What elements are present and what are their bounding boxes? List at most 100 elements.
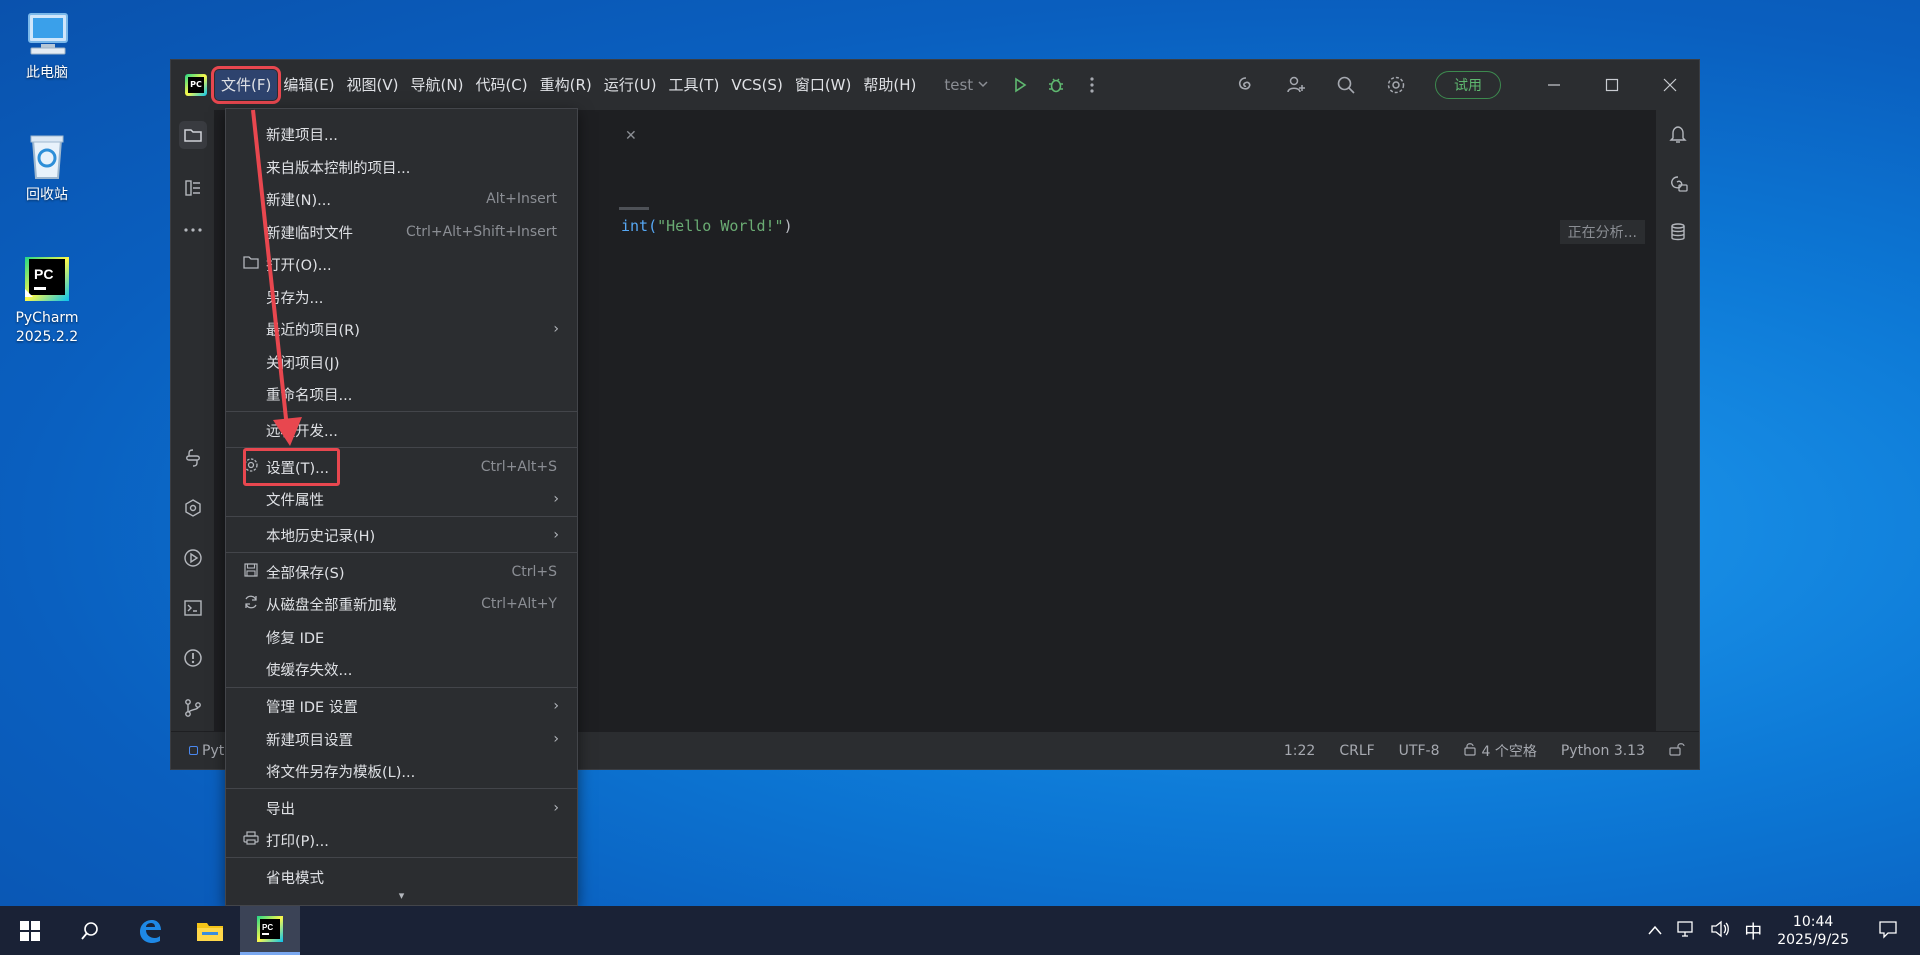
volume-icon[interactable] [1710,920,1730,942]
network-icon[interactable] [1676,920,1696,942]
menu-window[interactable]: 窗口(W) [789,70,858,100]
start-button[interactable] [0,906,60,955]
notification-center-icon[interactable] [1878,919,1898,943]
menu-item-file-properties[interactable]: 文件属性 › [226,485,577,513]
menu-item-repair-ide[interactable]: 修复 IDE [226,623,577,651]
run-icon[interactable] [1007,72,1033,98]
menu-item-new-scratch[interactable]: 新建临时文件 Ctrl+Alt+Shift+Insert [226,218,577,246]
search-taskbar-button[interactable] [60,906,120,955]
menu-item-power-save[interactable]: 省电模式 [226,863,577,891]
menu-item-label: 重命名项目... [266,387,353,404]
clock-date: 2025/9/25 [1777,931,1849,948]
trial-button[interactable]: 试用 [1435,71,1501,99]
menu-item-manage-ide-settings[interactable]: 管理 IDE 设置 › [226,692,577,720]
menu-item-label: 管理 IDE 设置 [266,699,358,716]
menu-item-new[interactable]: 新建(N)... Alt+Insert [226,185,577,213]
caret-position[interactable]: 1:22 [1284,743,1315,759]
menu-navigate[interactable]: 导航(N) [405,70,470,100]
close-button[interactable] [1641,60,1699,110]
menu-item-invalidate-caches[interactable]: 使缓存失效... [226,655,577,683]
pycharm-icon: PC [257,916,283,942]
minimize-button[interactable] [1525,60,1583,110]
menu-item-save-as-template[interactable]: 将文件另存为模板(L)... [226,757,577,785]
maximize-button[interactable] [1583,60,1641,110]
menu-file[interactable]: 文件(F) [210,66,282,104]
chevron-down-icon [977,76,989,94]
menu-edit[interactable]: 编辑(E) [277,70,340,100]
code-suffix: ) [783,217,793,235]
menu-item-label: 关闭项目(J) [266,355,340,372]
menu-item-label: 新建项目设置 [266,732,353,749]
desktop-icon-label: PyCharm [15,310,79,326]
project-breadcrumb[interactable]: Pyt [189,743,224,759]
menu-separator [226,857,577,858]
desktop-icon-this-pc[interactable]: 此电脑 [10,8,84,83]
notifications-bell-icon[interactable] [1664,120,1692,148]
run-tool-icon[interactable] [179,544,207,572]
menu-view[interactable]: 视图(V) [341,70,405,100]
python-packages-icon[interactable] [179,444,207,472]
git-icon[interactable] [179,694,207,722]
menu-refactor[interactable]: 重构(R) [534,70,598,100]
menu-item-new-project-settings[interactable]: 新建项目设置 › [226,725,577,753]
desktop-icon-label: 回收站 [26,187,68,203]
menu-item-label: 文件属性 [266,492,324,509]
debug-icon[interactable] [1043,72,1069,98]
structure-icon[interactable] [179,174,207,202]
folder-icon [241,255,261,273]
ai-chat-icon[interactable] [1664,170,1692,198]
folder-icon [197,922,223,941]
line-separator[interactable]: CRLF [1339,743,1374,759]
menu-item-close-project[interactable]: 关闭项目(J) [226,348,577,376]
desktop-icon-pycharm[interactable]: PC PyCharm 2025.2.2 [10,253,84,347]
show-hidden-icons-icon[interactable] [1648,923,1662,939]
code-line[interactable]: int("Hello World!") [621,217,793,235]
search-icon[interactable] [1333,72,1359,98]
menu-run[interactable]: 运行(U) [598,70,663,100]
ime-indicator[interactable]: 中 [1744,918,1762,944]
menu-item-local-history[interactable]: 本地历史记录(H) › [226,521,577,549]
menu-item-label: 新建临时文件 [266,225,353,242]
menu-item-save-as[interactable]: 另存为... [226,283,577,311]
services-icon[interactable] [179,494,207,522]
menu-tools[interactable]: 工具(T) [662,70,725,100]
menu-item-new-project[interactable]: 新建项目... [226,120,577,148]
edge-taskbar-button[interactable] [120,906,180,955]
menu-item-reload-all[interactable]: 从磁盘全部重新加载 Ctrl+Alt+Y [226,590,577,618]
more-horizontal-icon[interactable] [179,216,207,244]
indent-setting[interactable]: 4 个空格 [1463,741,1537,761]
title-bar: 文件(F) 编辑(E) 视图(V) 导航(N) 代码(C) 重构(R) 运行(U… [171,60,1699,110]
tab-close-icon[interactable]: ✕ [625,128,637,144]
menu-item-remote-dev[interactable]: 远程开发... [226,416,577,444]
clock[interactable]: 10:44 2025/9/25 [1777,913,1849,949]
windows-logo-icon [20,920,40,941]
file-encoding[interactable]: UTF-8 [1399,743,1440,759]
menu-item-project-from-vcs[interactable]: 来自版本控制的项目... [226,153,577,181]
menu-item-rename-project[interactable]: 重命名项目... [226,380,577,408]
scroll-down-icon[interactable]: ▾ [226,889,577,905]
run-config-selector[interactable]: test [944,76,989,94]
indent-label: 4 个空格 [1481,743,1537,760]
add-user-icon[interactable] [1283,72,1309,98]
more-vertical-icon[interactable] [1079,72,1105,98]
menu-vcs[interactable]: VCS(S) [725,70,788,100]
project-folder-icon[interactable] [179,121,207,149]
desktop-icon-recycle-bin[interactable]: 回收站 [10,130,84,205]
menu-item-export[interactable]: 导出 › [226,794,577,822]
file-explorer-taskbar-button[interactable] [180,906,240,955]
menu-item-save-all[interactable]: 全部保存(S) Ctrl+S [226,558,577,586]
lock-indent-icon [1463,742,1477,760]
menu-item-print[interactable]: 打印(P)... [226,826,577,854]
menu-item-open[interactable]: 打开(O)... [226,250,577,278]
python-interpreter[interactable]: Python 3.13 [1561,743,1645,759]
database-icon[interactable] [1664,218,1692,246]
menu-help[interactable]: 帮助(H) [857,70,922,100]
ai-assistant-icon[interactable] [1233,72,1259,98]
readonly-toggle-icon[interactable] [1669,742,1685,760]
menu-item-recent-projects[interactable]: 最近的项目(R) › [226,315,577,343]
pycharm-taskbar-button[interactable]: PC [240,906,300,955]
settings-gear-icon[interactable] [1383,72,1409,98]
problems-icon[interactable] [179,644,207,672]
menu-code[interactable]: 代码(C) [469,70,533,100]
terminal-icon[interactable] [179,594,207,622]
